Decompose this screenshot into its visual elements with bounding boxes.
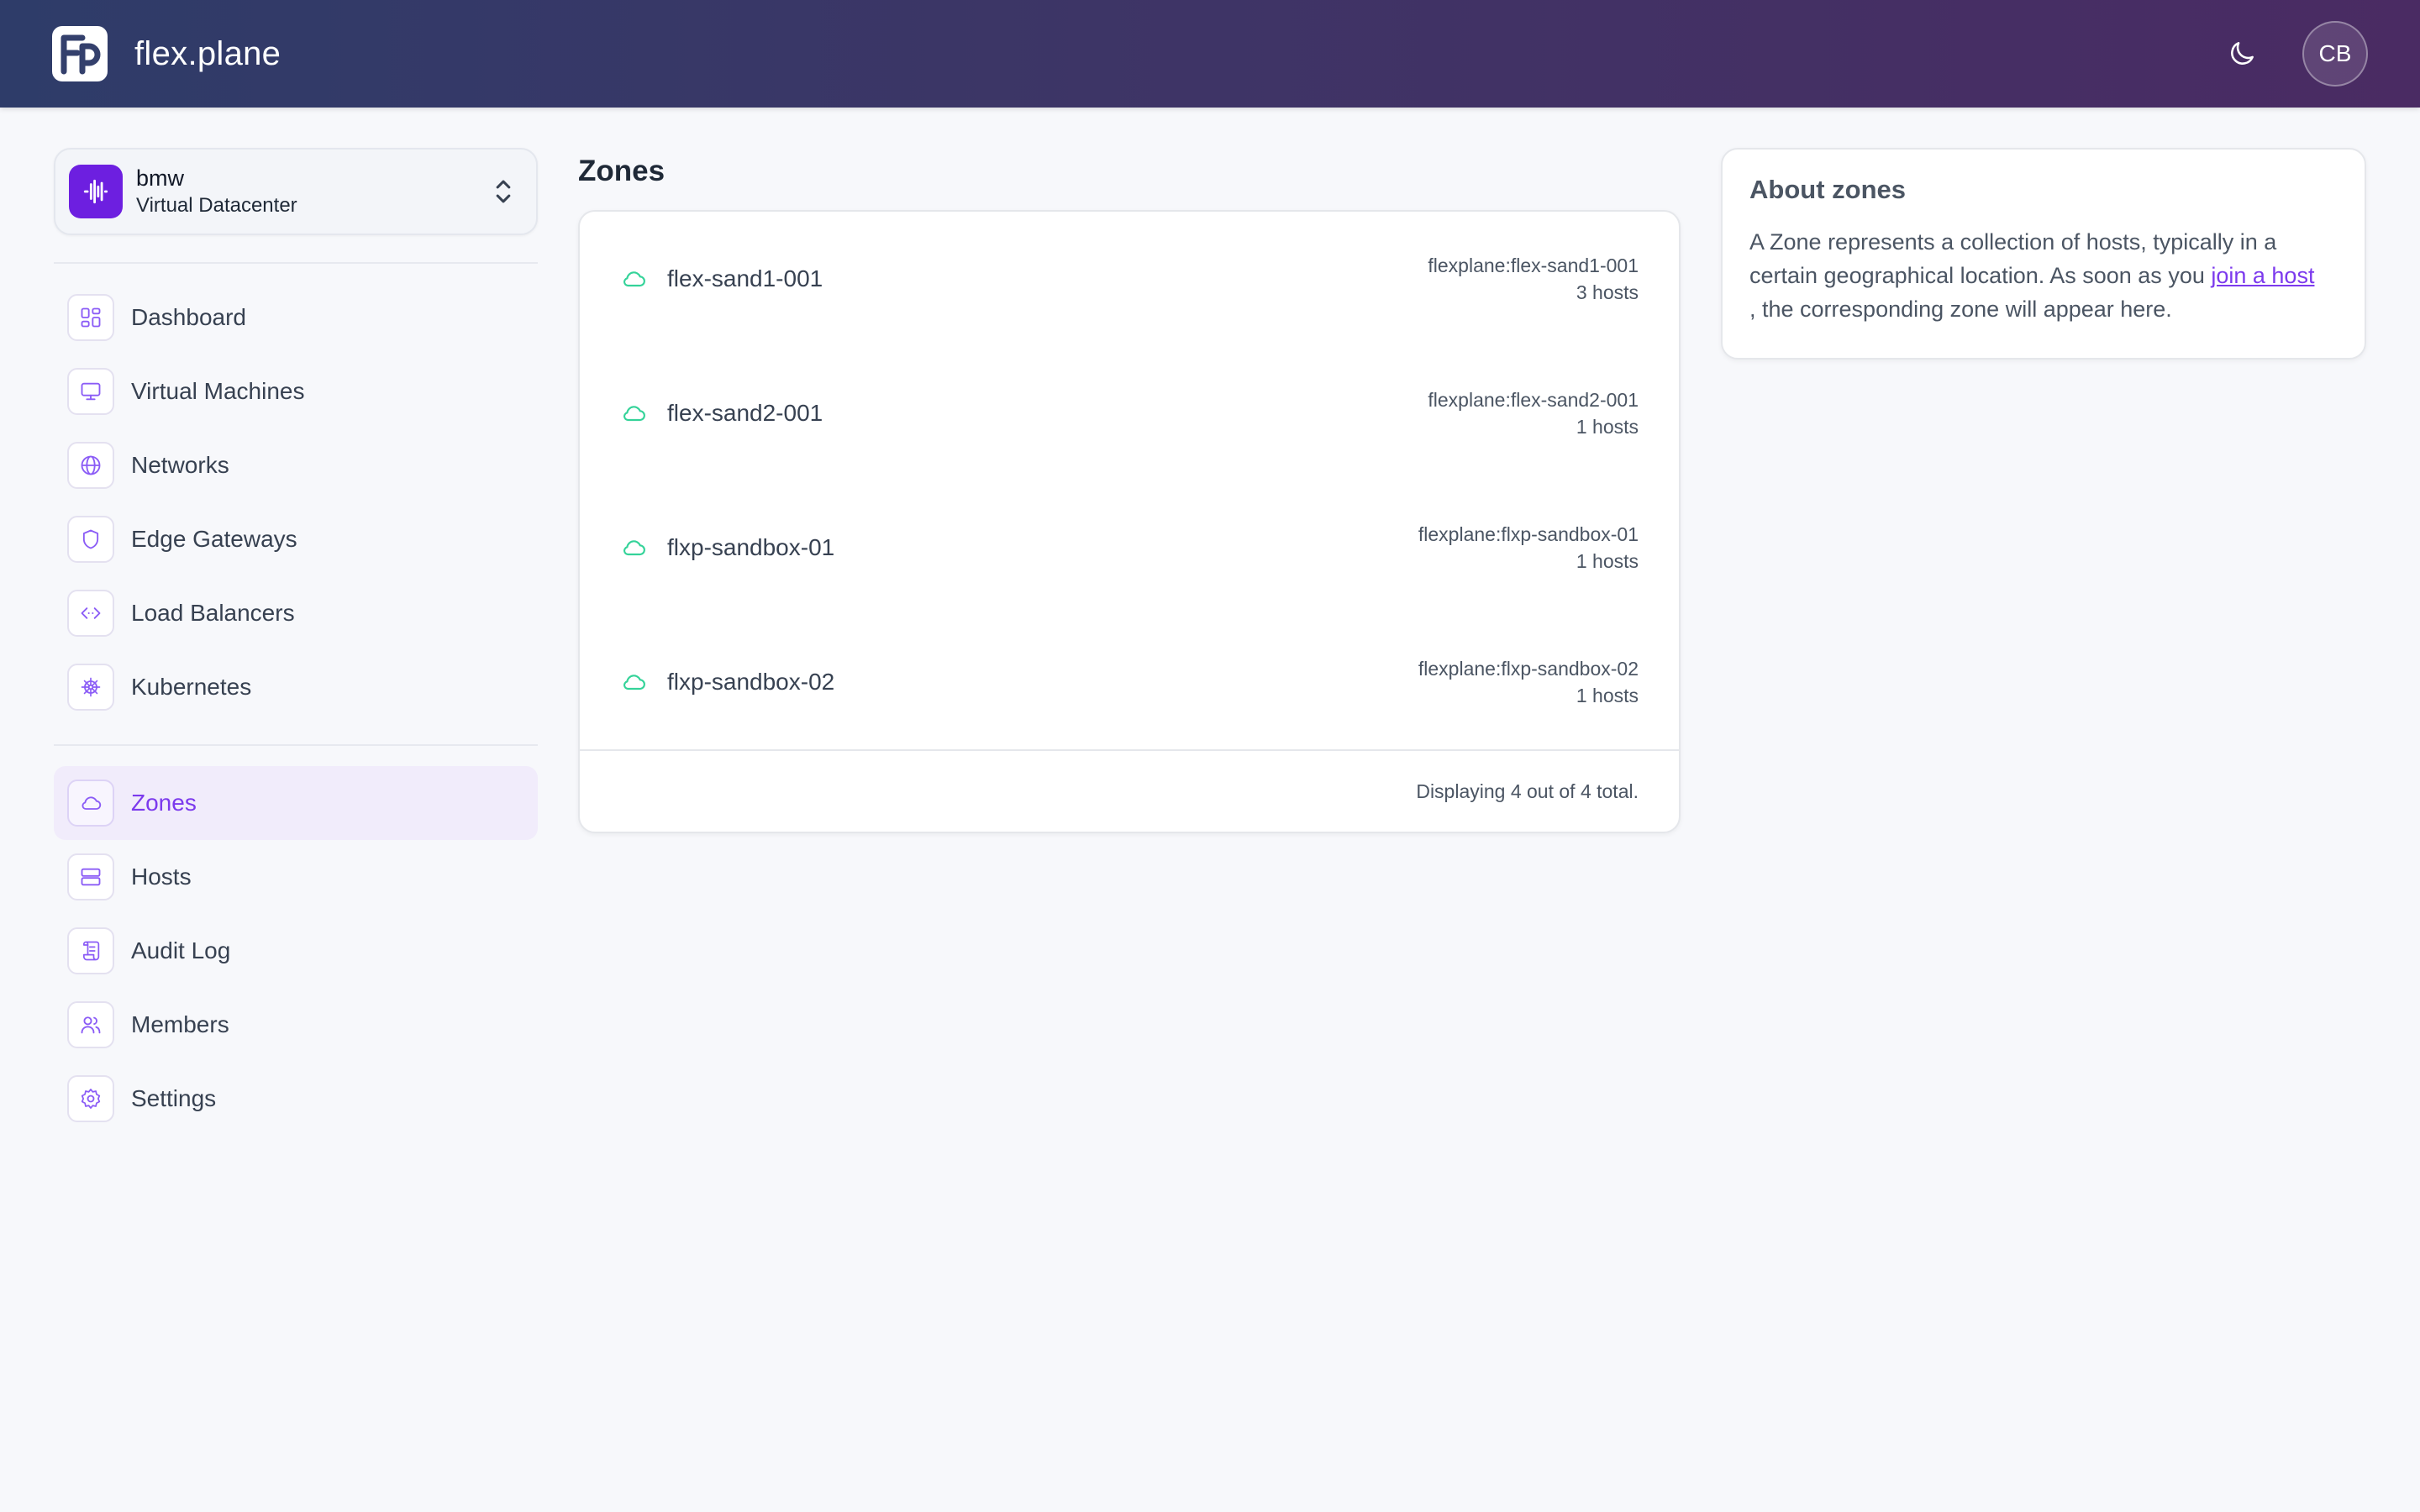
about-title: About zones <box>1749 175 1906 204</box>
sidebar-item-label: Zones <box>131 790 197 816</box>
sidebar-item-label: Load Balancers <box>131 600 295 626</box>
org-name: bmw <box>136 165 185 191</box>
sidebar-item-networks[interactable]: Networks <box>54 428 538 502</box>
sidebar-item-hosts[interactable]: Hosts <box>54 840 538 914</box>
list-footer: Displaying 4 out of 4 total. <box>580 749 1679 832</box>
org-icon <box>69 165 123 218</box>
sidebar-item-label: Dashboard <box>131 304 246 330</box>
zone-host-count: 1 hosts <box>1576 550 1639 572</box>
zone-host-count: 3 hosts <box>1576 281 1639 303</box>
chevron-up-down-icon <box>496 180 511 203</box>
monitor-icon <box>81 382 101 401</box>
zone-id: flexplane:flxp-sandbox-01 <box>1418 523 1639 545</box>
zone-id: flexplane:flex-sand2-001 <box>1428 389 1639 411</box>
waveform-icon <box>83 179 108 204</box>
sidebar-item-label: Members <box>131 1011 229 1037</box>
cloud-icon <box>623 675 645 690</box>
zone-row[interactable]: flxp-sandbox-02 flexplane:flxp-sandbox-0… <box>580 615 1679 749</box>
theme-toggle-button[interactable] <box>2215 27 2269 81</box>
zone-host-count: 1 hosts <box>1576 416 1639 438</box>
server-icon <box>81 868 101 886</box>
zone-row[interactable]: flxp-sandbox-01 flexplane:flxp-sandbox-0… <box>580 480 1679 615</box>
org-type: Virtual Datacenter <box>136 194 297 217</box>
sidebar-item-virtual-machines[interactable]: Virtual Machines <box>54 354 538 428</box>
sidebar: bmw Virtual Datacenter Dashboard Virtual… <box>54 148 538 1136</box>
users-icon <box>81 1016 101 1034</box>
join-host-link[interactable]: join a host <box>2211 263 2314 288</box>
sidebar-item-settings[interactable]: Settings <box>54 1062 538 1136</box>
sidebar-item-dashboard[interactable]: Dashboard <box>54 281 538 354</box>
sidebar-item-edge-gateways[interactable]: Edge Gateways <box>54 502 538 576</box>
zone-row[interactable]: flex-sand2-001 flexplane:flex-sand2-001 … <box>580 346 1679 480</box>
code-arrows-icon <box>81 607 101 619</box>
zone-name: flex-sand1-001 <box>667 265 823 291</box>
sidebar-item-label: Kubernetes <box>131 674 252 700</box>
dashboard-icon <box>81 307 101 328</box>
cloud-icon <box>623 406 645 422</box>
zone-host-count: 1 hosts <box>1576 685 1639 706</box>
org-text: bmw Virtual Datacenter <box>136 164 297 219</box>
about-text-after: , the corresponding zone will appear her… <box>1749 297 2172 322</box>
secondary-nav: Zones Hosts Audit Log Members Settings <box>54 766 538 1136</box>
flexplane-logo-icon[interactable] <box>52 26 108 81</box>
topbar-actions: CB <box>2215 21 2368 87</box>
sidebar-item-label: Networks <box>131 452 229 478</box>
zone-name: flxp-sandbox-02 <box>667 669 835 695</box>
globe-icon <box>81 455 101 475</box>
sidebar-item-label: Audit Log <box>131 937 231 963</box>
cloud-icon <box>82 796 102 810</box>
zone-name: flex-sand2-001 <box>667 400 823 426</box>
zone-row[interactable]: flex-sand1-001 flexplane:flex-sand1-001 … <box>580 212 1679 346</box>
sidebar-item-audit-log[interactable]: Audit Log <box>54 914 538 988</box>
sidebar-item-zones[interactable]: Zones <box>54 766 538 840</box>
sidebar-item-load-balancers[interactable]: Load Balancers <box>54 576 538 650</box>
sidebar-item-members[interactable]: Members <box>54 988 538 1062</box>
primary-nav: Dashboard Virtual Machines Networks Edge… <box>54 281 538 724</box>
sidebar-divider <box>54 744 538 746</box>
moon-icon <box>2231 42 2254 65</box>
top-bar: flex.plane CB <box>0 0 2420 108</box>
org-switcher[interactable]: bmw Virtual Datacenter <box>54 148 538 235</box>
sidebar-item-label: Hosts <box>131 864 192 890</box>
sidebar-item-label: Settings <box>131 1085 217 1111</box>
zone-name: flxp-sandbox-01 <box>667 534 835 560</box>
helm-wheel-icon <box>81 677 101 697</box>
zone-id: flexplane:flex-sand1-001 <box>1428 255 1639 276</box>
cloud-icon <box>623 540 645 556</box>
about-zones-panel: About zones A Zone represents a collecti… <box>1721 148 2366 360</box>
sidebar-divider <box>54 262 538 264</box>
app-name: flex.plane <box>134 34 281 72</box>
sidebar-item-kubernetes[interactable]: Kubernetes <box>54 650 538 724</box>
sidebar-item-label: Edge Gateways <box>131 526 297 552</box>
user-avatar[interactable]: CB <box>2302 21 2368 87</box>
zone-list: flex-sand1-001 flexplane:flex-sand1-001 … <box>580 212 1679 749</box>
about-text-before: A Zone represents a collection of hosts,… <box>1749 229 2277 288</box>
zones-list-card: flex-sand1-001 flexplane:flex-sand1-001 … <box>578 210 1681 833</box>
shield-icon <box>82 529 99 549</box>
cloud-icon <box>623 271 645 287</box>
main-content: Zones flex-sand1-001 flexplane:flex-sand… <box>578 148 1681 833</box>
sidebar-item-label: Virtual Machines <box>131 378 305 404</box>
zone-id: flexplane:flxp-sandbox-02 <box>1418 658 1639 680</box>
scroll-icon <box>82 941 100 961</box>
page-title: Zones <box>578 155 666 187</box>
about-text: A Zone represents a collection of hosts,… <box>1749 225 2338 326</box>
gear-icon <box>81 1089 101 1109</box>
